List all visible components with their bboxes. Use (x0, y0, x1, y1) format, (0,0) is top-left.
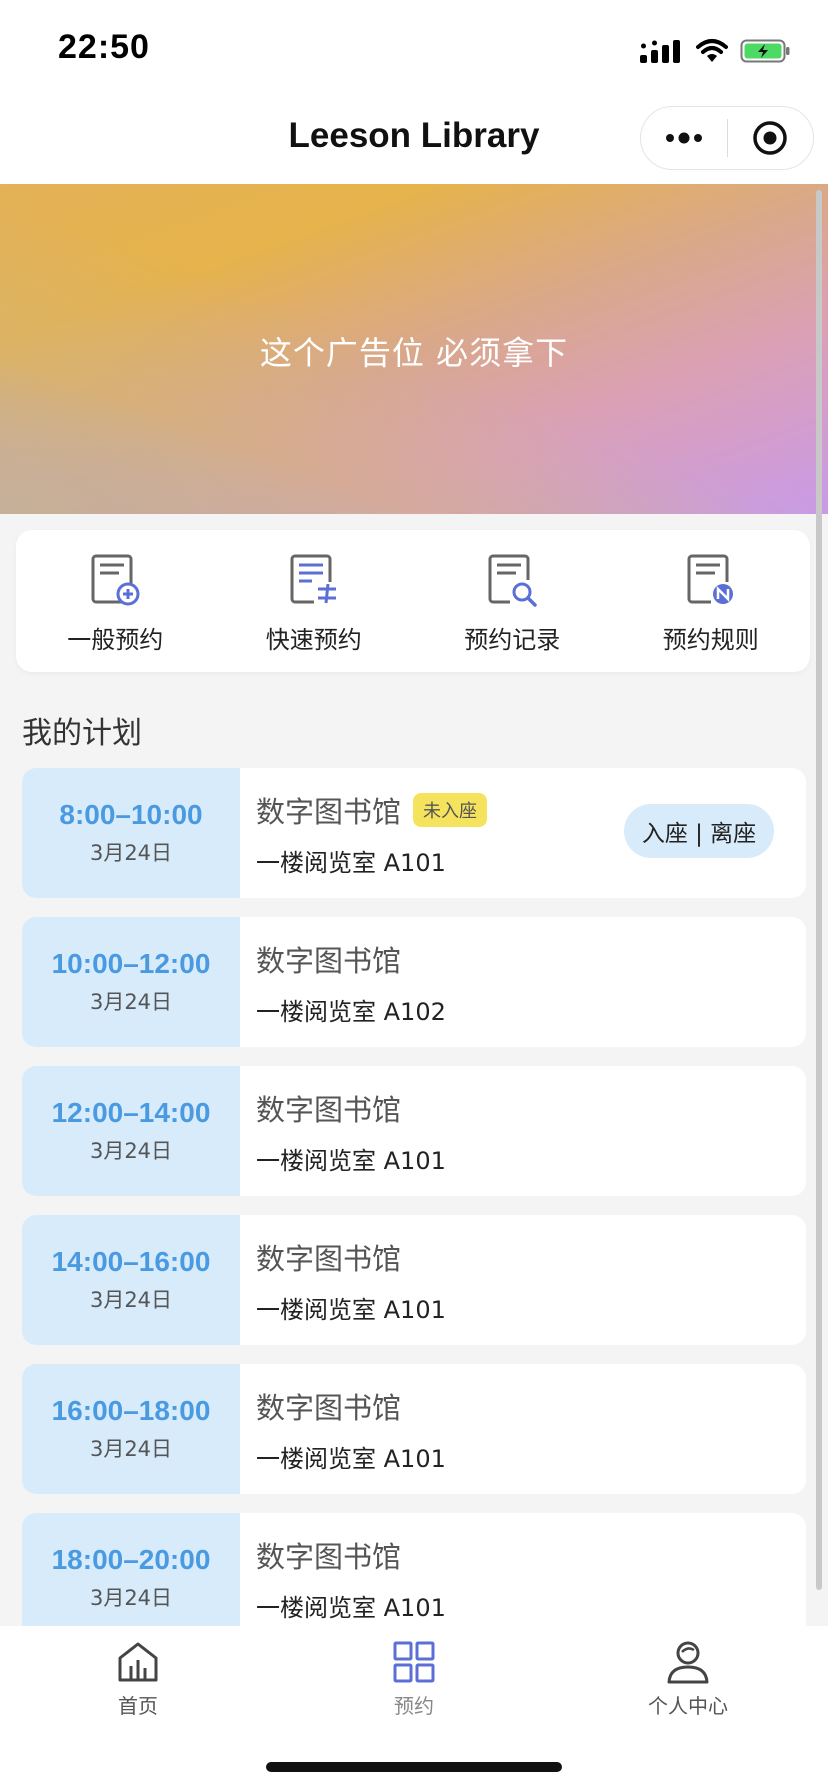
plan-room: 一楼阅览室 A101 (256, 1593, 446, 1622)
status-icons (638, 34, 792, 68)
plan-time: 18:00–20:00 (51, 1544, 211, 1575)
section-title: 我的计划 (22, 716, 142, 751)
plan-time: 8:00–10:00 (59, 799, 203, 830)
plan-room: 一楼阅览室 A102 (256, 997, 446, 1026)
plan-time-box: 18:00–20:00 3月24日 (22, 1513, 240, 1643)
more-dots-icon (665, 132, 702, 144)
plan-library: 数字图书馆 (256, 794, 402, 829)
plan-library: 数字图书馆 (256, 1241, 402, 1276)
ad-banner[interactable]: 这个广告位 必须拿下 (0, 184, 828, 514)
banner-text: 这个广告位 必须拿下 (259, 334, 569, 372)
plan-info: 数字图书馆 一楼阅览室 A102 (240, 917, 446, 1047)
plan-card[interactable]: 12:00–14:00 3月24日 数字图书馆 一楼阅览室 A101 (22, 1066, 806, 1196)
document-add-icon (91, 554, 140, 606)
plan-time: 10:00–12:00 (51, 948, 211, 979)
quick-menu-label: 一般预约 (67, 626, 164, 654)
document-swap-icon (290, 554, 336, 604)
signal-icon (640, 40, 680, 63)
reservation-rules-button[interactable]: 预约规则 (612, 530, 811, 672)
checkin-checkout-button[interactable]: 入座 | 离座 (624, 804, 774, 858)
general-reservation-button[interactable]: 一般预约 (16, 530, 215, 672)
plan-time: 16:00–18:00 (51, 1395, 211, 1426)
tab-label: 预约 (394, 1694, 434, 1718)
plan-time: 14:00–16:00 (51, 1246, 211, 1277)
plan-date: 3月24日 (89, 1139, 173, 1163)
miniprogram-capsule (640, 106, 814, 170)
plan-card[interactable]: 18:00–20:00 3月24日 数字图书馆 一楼阅览室 A101 (22, 1513, 806, 1643)
close-button[interactable] (728, 107, 814, 169)
plan-time-box: 14:00–16:00 3月24日 (22, 1215, 240, 1345)
plan-info: 数字图书馆 一楼阅览室 A101 (240, 1215, 446, 1345)
plan-date: 3月24日 (89, 841, 173, 865)
wifi-icon (696, 39, 728, 62)
reservation-history-button[interactable]: 预约记录 (413, 530, 612, 672)
home-indicator (266, 1762, 562, 1772)
plan-date: 3月24日 (89, 990, 173, 1014)
plan-info: 数字图书馆 未入座 一楼阅览室 A101 (240, 768, 488, 898)
battery-icon (740, 39, 790, 63)
plan-time-box: 8:00–10:00 3月24日 (22, 768, 240, 898)
tab-profile[interactable]: 个人中心 (608, 1640, 768, 1719)
plan-date: 3月24日 (89, 1437, 173, 1461)
quick-menu: 一般预约 快速预约 预约记录 预约规则 (16, 530, 810, 672)
plan-time-box: 12:00–14:00 3月24日 (22, 1066, 240, 1196)
quick-menu-label: 快速预约 (265, 626, 362, 654)
plan-room: 一楼阅览室 A101 (256, 1146, 446, 1175)
plan-card[interactable]: 14:00–16:00 3月24日 数字图书馆 一楼阅览室 A101 (22, 1215, 806, 1345)
plan-library: 数字图书馆 (256, 1539, 402, 1574)
quick-menu-label: 预约规则 (662, 626, 759, 654)
plan-room: 一楼阅览室 A101 (256, 1444, 446, 1473)
status-time: 22:50 (58, 28, 150, 66)
tab-reserve[interactable]: 预约 (334, 1640, 494, 1719)
plan-info: 数字图书馆 一楼阅览室 A101 (240, 1364, 446, 1494)
plan-time: 12:00–14:00 (51, 1097, 211, 1128)
target-close-icon (753, 121, 787, 155)
plan-card[interactable]: 8:00–10:00 3月24日 数字图书馆 未入座 一楼阅览室 A101 入座… (22, 768, 806, 898)
document-rules-icon (687, 554, 733, 604)
plan-library: 数字图书馆 (256, 1092, 402, 1127)
fast-reservation-button[interactable]: 快速预约 (215, 530, 414, 672)
plan-date: 3月24日 (89, 1288, 173, 1312)
plan-date: 3月24日 (89, 1586, 173, 1610)
tab-label: 个人中心 (648, 1694, 728, 1718)
document-search-icon (488, 554, 537, 607)
user-icon (667, 1641, 709, 1684)
plan-info: 数字图书馆 一楼阅览室 A101 (240, 1066, 446, 1196)
home-icon (118, 1642, 158, 1682)
nav-bar: Leeson Library (0, 96, 828, 184)
status-bar: 22:50 (0, 0, 828, 96)
plan-card[interactable]: 10:00–12:00 3月24日 数字图书馆 一楼阅览室 A102 (22, 917, 806, 1047)
plan-library: 数字图书馆 (256, 1390, 402, 1425)
plan-card[interactable]: 16:00–18:00 3月24日 数字图书馆 一楼阅览室 A101 (22, 1364, 806, 1494)
plan-info: 数字图书馆 一楼阅览室 A101 (240, 1513, 446, 1643)
tab-home[interactable]: 首页 (58, 1640, 218, 1719)
status-badge: 未入座 (413, 792, 488, 827)
grid-icon (393, 1641, 435, 1683)
more-button[interactable] (641, 107, 727, 169)
quick-menu-label: 预约记录 (464, 626, 561, 654)
plan-list: 8:00–10:00 3月24日 数字图书馆 未入座 一楼阅览室 A101 入座… (22, 768, 806, 1662)
plan-time-box: 10:00–12:00 3月24日 (22, 917, 240, 1047)
plan-room: 一楼阅览室 A101 (256, 848, 446, 877)
plan-time-box: 16:00–18:00 3月24日 (22, 1364, 240, 1494)
plan-library: 数字图书馆 (256, 943, 402, 978)
plan-room: 一楼阅览室 A101 (256, 1295, 446, 1324)
tab-label: 首页 (118, 1694, 158, 1718)
page-scrollbar[interactable] (816, 190, 822, 1590)
